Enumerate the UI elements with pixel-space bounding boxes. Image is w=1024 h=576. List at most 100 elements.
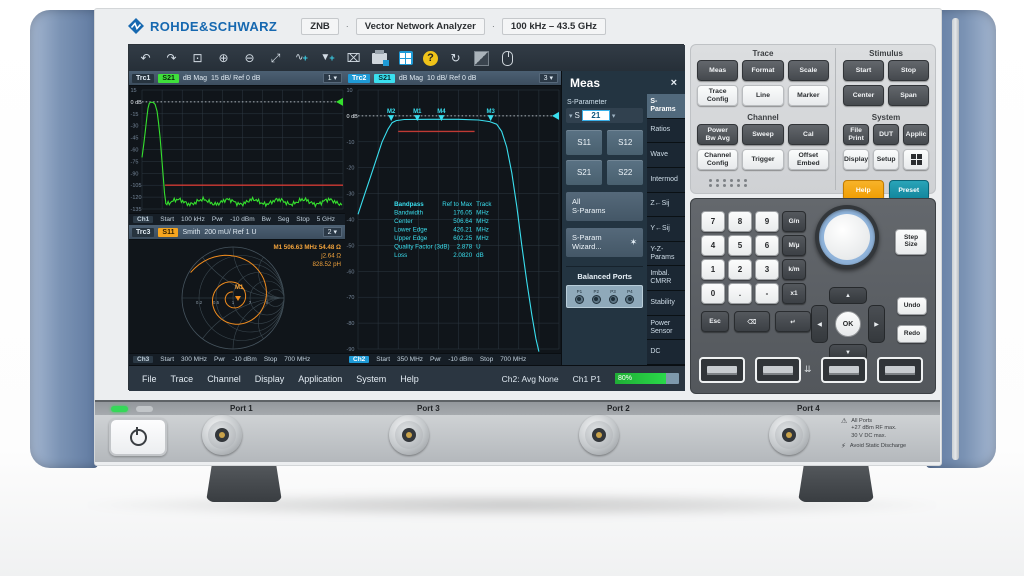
redo-icon[interactable]: ↷ (163, 50, 180, 67)
tab-y←sij[interactable]: Y←Sij (647, 217, 685, 242)
sweep-key[interactable]: Sweep (742, 124, 783, 145)
line-key[interactable]: Line (742, 85, 783, 106)
close-icon[interactable]: × (671, 77, 677, 89)
meas-key[interactable]: Meas (697, 60, 738, 81)
keypad-1-key[interactable]: 1 (701, 259, 725, 280)
delete-icon[interactable]: ⌧ (345, 50, 362, 67)
zoom-in-icon[interactable]: ⊕ (215, 50, 232, 67)
power-bw-avg-key[interactable]: Power Bw Avg (697, 124, 738, 145)
add-marker-icon[interactable]: ▼+ (319, 50, 336, 67)
add-trace-icon[interactable]: ∿+ (293, 50, 310, 67)
marker-key[interactable]: Marker (788, 85, 829, 106)
fullscreen-icon[interactable]: ⤢ (267, 50, 284, 67)
menu-file[interactable]: File (135, 371, 164, 387)
backspace-key[interactable]: ⌫ (734, 311, 770, 332)
touch-icon[interactable] (499, 50, 516, 67)
zoom-select-icon[interactable]: ⊡ (189, 50, 206, 67)
keypad-0-key[interactable]: 0 (701, 283, 725, 304)
tab-stability[interactable]: Stability (647, 291, 685, 316)
sparam-button-s21[interactable]: S21 (566, 160, 602, 185)
windows-icon[interactable] (397, 50, 414, 67)
trc3-header[interactable]: Trc3S11Smith200 mU/ Ref 1 U2 ▾ (129, 225, 345, 240)
keypad-3-key[interactable]: 3 (755, 259, 779, 280)
channel-config-key[interactable]: Channel Config (697, 149, 738, 170)
keypad-k-m-key[interactable]: k/m (782, 259, 806, 280)
keypad-4-key[interactable]: 4 (701, 235, 725, 256)
trc1-plot[interactable]: 150 dB-15-30-45-60-75-90-105-120-135 (129, 86, 345, 213)
tab-intermod[interactable]: Intermod (647, 168, 685, 193)
keypad-2-key[interactable]: 2 (728, 259, 752, 280)
keypad---key[interactable]: - (755, 283, 779, 304)
dut-key[interactable]: DUT (873, 124, 899, 145)
esc-key[interactable]: Esc (701, 311, 729, 332)
arrow-left-key[interactable]: ◀ (811, 305, 828, 343)
redo-key[interactable]: Redo (897, 325, 927, 343)
window-selector[interactable]: 1 ▾ (323, 73, 342, 83)
undo-key[interactable]: Undo (897, 297, 927, 315)
span-key[interactable]: Span (888, 85, 929, 106)
keypad-7-key[interactable]: 7 (701, 211, 725, 232)
tab-dc[interactable]: DC (647, 340, 685, 365)
trc2-header[interactable]: Trc2S21dB Mag10 dB/ Ref 0 dB3 ▾ (345, 71, 561, 86)
refresh-icon[interactable]: ↻ (447, 50, 464, 67)
keypad-x1-key[interactable]: x1 (782, 283, 806, 304)
menu-system[interactable]: System (349, 371, 393, 387)
tab-power-sensor[interactable]: Power Sensor (647, 316, 685, 341)
menu-channel[interactable]: Channel (200, 371, 248, 387)
sparam-wizard-button[interactable]: S-Param Wizard... ✶ (566, 228, 643, 257)
keypad-5-key[interactable]: 5 (728, 235, 752, 256)
rotary-knob[interactable] (815, 205, 879, 269)
trc3-smith-plot[interactable]: 0.20.5125M1M1 506.63 MHz 54.48 Ωj2.64 Ω8… (129, 240, 345, 353)
undo-icon[interactable]: ↶ (137, 50, 154, 67)
s-parameter-value[interactable]: 21 (582, 110, 610, 121)
keypad-m-µ-key[interactable]: M/µ (782, 235, 806, 256)
chevron-down-icon[interactable]: ▾ (612, 112, 616, 120)
center-key[interactable]: Center (843, 85, 884, 106)
ok-key[interactable]: OK (835, 311, 861, 337)
sparam-button-s11[interactable]: S11 (566, 130, 602, 155)
tab-ratios[interactable]: Ratios (647, 119, 685, 144)
applic-key[interactable]: Applic (903, 124, 929, 145)
keypad-9-key[interactable]: 9 (755, 211, 779, 232)
keypad-6-key[interactable]: 6 (755, 235, 779, 256)
file-print-key[interactable]: File Print (843, 124, 869, 145)
enter-key[interactable]: ↵ (775, 311, 811, 332)
trigger-key[interactable]: Trigger (742, 149, 783, 170)
stop-key[interactable]: Stop (888, 60, 929, 81)
format-key[interactable]: Format (742, 60, 783, 81)
zoom-out-icon[interactable]: ⊖ (241, 50, 258, 67)
start-key[interactable]: Start (843, 60, 884, 81)
trc1-header[interactable]: Trc1S21dB Mag15 dB/ Ref 0 dB1 ▾ (129, 71, 345, 86)
menu-help[interactable]: Help (393, 371, 426, 387)
arrow-up-key[interactable]: ▲ (829, 287, 867, 304)
setup-key[interactable]: Setup (873, 149, 899, 170)
trc2-plot[interactable]: 100 dB-10-20-30-40-50-60-70-80-90M2M1M4M… (345, 86, 561, 353)
tab-imbal-cmrr[interactable]: Imbal. CMRR (647, 266, 685, 291)
offset-embed-key[interactable]: Offset Embed (788, 149, 829, 170)
chevron-down-icon[interactable]: ▾ (569, 112, 573, 120)
windows-key[interactable] (903, 149, 929, 170)
tab-wave[interactable]: Wave (647, 143, 685, 168)
keypad-dot-key[interactable]: . (728, 283, 752, 304)
sparam-button-s22[interactable]: S22 (607, 160, 643, 185)
all-sparams-button[interactable]: All S-Params (566, 192, 643, 221)
menu-trace[interactable]: Trace (164, 371, 201, 387)
cal-key[interactable]: Cal (788, 124, 829, 145)
arrow-right-key[interactable]: ▶ (868, 305, 885, 343)
power-button[interactable] (109, 418, 167, 456)
keypad-g-n-key[interactable]: G/n (782, 211, 806, 232)
window-selector[interactable]: 3 ▾ (539, 73, 558, 83)
tab-y-z--params[interactable]: Y-Z- Params (647, 242, 685, 267)
sparam-button-s12[interactable]: S12 (607, 130, 643, 155)
screenshot-icon[interactable] (473, 50, 490, 67)
tab-z←sij[interactable]: Z←Sij (647, 193, 685, 218)
display-key[interactable]: Display (843, 149, 869, 170)
menu-application[interactable]: Application (291, 371, 349, 387)
trace-config-key[interactable]: Trace Config (697, 85, 738, 106)
help-icon[interactable]: ? (423, 51, 438, 66)
scale-key[interactable]: Scale (788, 60, 829, 81)
step-size-key[interactable]: Step Size (895, 229, 927, 255)
keypad-8-key[interactable]: 8 (728, 211, 752, 232)
print-icon[interactable] (371, 50, 388, 67)
window-selector[interactable]: 2 ▾ (323, 227, 342, 237)
